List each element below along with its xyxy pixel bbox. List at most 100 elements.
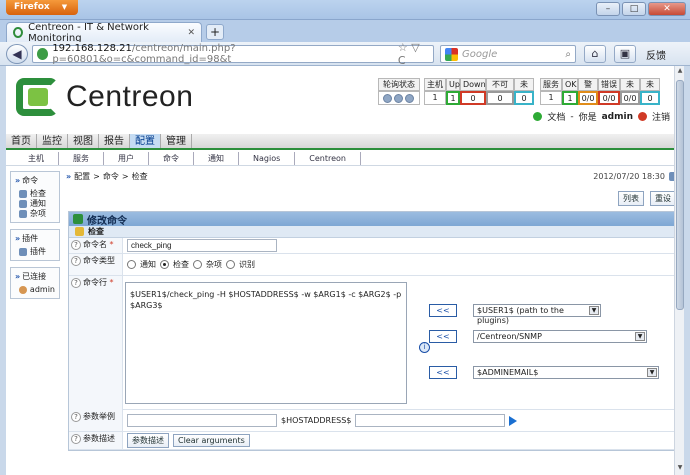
- insert-snmp-button[interactable]: <<: [429, 330, 457, 343]
- poll-status-header: 轮询状态: [378, 78, 420, 91]
- host-unreachable-count[interactable]: 0: [486, 91, 514, 105]
- admin-macro-select[interactable]: $ADMINEMAIL$ ▼: [473, 366, 659, 379]
- poll-icons[interactable]: [378, 91, 420, 105]
- sidebar-item-check[interactable]: 检查: [15, 189, 55, 199]
- service-pending-count[interactable]: 0: [640, 91, 660, 105]
- home-icon[interactable]: ⌂: [584, 45, 606, 63]
- command-name-input[interactable]: [127, 239, 277, 252]
- browser-navbar: ◀ 192.168.128.21/centreon/main.php?p=608…: [0, 41, 690, 67]
- browser-tabbar: Centreon - IT & Network Monitoring ✕ +: [0, 20, 690, 44]
- macro-panel: i << $USER1$ (path to the plugins) ▼ << /…: [419, 276, 669, 410]
- host-pending-count[interactable]: 0: [514, 91, 534, 105]
- play-icon[interactable]: [509, 415, 518, 426]
- help-icon[interactable]: ?: [71, 434, 81, 444]
- menu-views[interactable]: 视图: [68, 134, 99, 148]
- radio-discovery[interactable]: [226, 260, 235, 269]
- poll-state-icon: [405, 94, 414, 103]
- help-icon[interactable]: ?: [71, 278, 81, 288]
- browser-tab[interactable]: Centreon - IT & Network Monitoring ✕: [6, 22, 202, 44]
- reset-button[interactable]: 重设: [650, 191, 676, 206]
- feedback-button[interactable]: 反馈: [646, 47, 666, 62]
- screenshot-icon[interactable]: ▣: [614, 45, 636, 63]
- help-icon[interactable]: ?: [71, 240, 81, 250]
- submenu-hosts[interactable]: 主机: [14, 152, 59, 165]
- sidebar-item-notify[interactable]: 通知: [15, 199, 55, 209]
- search-icon[interactable]: ⌕: [565, 49, 571, 60]
- sidebar-commands-title: 命令: [22, 176, 39, 185]
- sidebar-item-admin[interactable]: admin: [15, 285, 55, 295]
- poll-latency-icon: [383, 94, 392, 103]
- radio-misc[interactable]: [193, 260, 202, 269]
- service-status-values: 1 1 0/0 0/0 0/0 0: [540, 91, 660, 105]
- submenu-services[interactable]: 服务: [59, 152, 104, 165]
- service-warning-count[interactable]: 0/0: [578, 91, 598, 105]
- service-header: 服务: [540, 78, 562, 91]
- scrollbar-thumb[interactable]: [676, 80, 684, 310]
- submenu-users[interactable]: 用户: [104, 152, 149, 165]
- example-value-input[interactable]: [355, 414, 506, 427]
- user-macro-select[interactable]: $USER1$ (path to the plugins) ▼: [473, 304, 601, 325]
- host-down-count[interactable]: 0: [460, 91, 486, 105]
- command-line-textarea[interactable]: $USER1$/check_ping -H $HOSTADDRESS$ -w $…: [125, 282, 407, 404]
- radio-notify-label: 通知: [140, 260, 156, 269]
- docs-link[interactable]: 文档: [547, 110, 565, 123]
- close-window-button[interactable]: ✕: [648, 2, 686, 16]
- service-ok-count[interactable]: 1: [562, 91, 578, 105]
- example-input[interactable]: [127, 414, 277, 427]
- new-tab-button[interactable]: +: [206, 24, 224, 40]
- minimize-button[interactable]: –: [596, 2, 620, 16]
- service-unknown-count[interactable]: 0/0: [620, 91, 640, 105]
- sidebar-item-plugins[interactable]: 插件: [15, 247, 55, 257]
- site-identity-icon[interactable]: [37, 48, 49, 60]
- submenu-notifications[interactable]: 通知: [194, 152, 239, 165]
- menu-configuration[interactable]: 配置: [130, 134, 161, 148]
- bookmark-star-icon[interactable]: ☆ ▽ C: [398, 41, 429, 67]
- logo-text: Centreon: [66, 80, 194, 113]
- firefox-menu-button[interactable]: Firefox ▼: [6, 0, 78, 15]
- info-icon[interactable]: i: [419, 342, 430, 353]
- submenu-nagios[interactable]: Nagios: [239, 152, 296, 165]
- back-button[interactable]: ◀: [6, 44, 28, 64]
- insert-admin-macro-button[interactable]: <<: [429, 366, 457, 379]
- host-total-count[interactable]: 1: [424, 91, 446, 105]
- radio-discovery-label: 识别: [239, 260, 255, 269]
- list-button[interactable]: 列表: [618, 191, 644, 206]
- centreon-logo[interactable]: Centreon: [16, 78, 193, 116]
- service-critical-count[interactable]: 0/0: [598, 91, 620, 105]
- label-command-line: ? 命令行 *: [69, 276, 123, 410]
- describe-args-button[interactable]: 参数描述: [127, 433, 169, 448]
- row-args-example: ? 参数举例 $HOSTADDRESS$: [69, 410, 675, 432]
- edit-command-form: 修改命令 检查 ?命令名 * ?命令类型 通知 检查 杂项 识别 ?命令行 * …: [68, 211, 676, 451]
- search-bar[interactable]: Google ⌕: [440, 45, 576, 63]
- submenu-commands[interactable]: 命令: [149, 152, 194, 165]
- menu-home[interactable]: 首页: [6, 134, 37, 148]
- sidebar-item-misc[interactable]: 杂项: [15, 209, 55, 219]
- logout-link[interactable]: 注销: [652, 110, 670, 123]
- page-scrollbar[interactable]: ▲ ▼: [674, 66, 684, 475]
- section-header: 检查: [69, 226, 675, 238]
- url-bar[interactable]: 192.168.128.21/centreon/main.php?p=60801…: [32, 41, 434, 67]
- menu-administration[interactable]: 管理: [161, 134, 192, 148]
- snmp-select[interactable]: /Centreon/SNMP ▼: [473, 330, 647, 343]
- submenu-centreon[interactable]: Centreon: [295, 152, 361, 165]
- host-up-count[interactable]: 1: [446, 91, 460, 105]
- arrow-icon: »: [15, 176, 21, 185]
- menu-monitoring[interactable]: 监控: [37, 134, 68, 148]
- breadcrumb-commands[interactable]: 命令: [103, 171, 119, 182]
- user-icon: [19, 286, 27, 294]
- radio-check[interactable]: [160, 260, 169, 269]
- help-icon[interactable]: ?: [71, 412, 81, 422]
- label-args-desc: ? 参数描述: [69, 432, 123, 449]
- user-line: 文档 - 你是 admin 注销: [533, 110, 670, 123]
- insert-user-macro-button[interactable]: <<: [429, 304, 457, 317]
- radio-notify[interactable]: [127, 260, 136, 269]
- close-tab-icon[interactable]: ✕: [187, 28, 195, 38]
- help-icon[interactable]: ?: [71, 256, 81, 266]
- command-icon: [73, 214, 83, 224]
- clear-arguments-button[interactable]: Clear arguments: [173, 434, 250, 447]
- breadcrumb-check[interactable]: 检查: [132, 171, 148, 182]
- maximize-button[interactable]: □: [622, 2, 646, 16]
- breadcrumb-config[interactable]: 配置: [74, 171, 90, 182]
- menu-reporting[interactable]: 报告: [99, 134, 130, 148]
- service-total-count[interactable]: 1: [540, 91, 562, 105]
